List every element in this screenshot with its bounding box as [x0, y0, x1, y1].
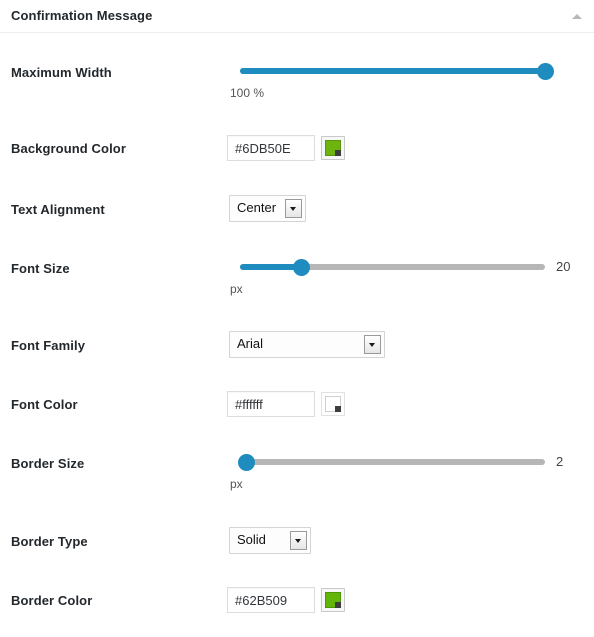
- panel-header: Confirmation Message: [0, 0, 594, 33]
- unit-font-size: px: [230, 282, 243, 296]
- label-border-color: Border Color: [11, 593, 93, 608]
- border-color-swatch-icon[interactable]: [321, 588, 345, 612]
- caret-glyph: [369, 343, 375, 347]
- border-type-select[interactable]: Solid: [229, 527, 311, 554]
- text-alignment-select[interactable]: Center: [229, 195, 306, 222]
- font-family-select[interactable]: Arial: [229, 331, 385, 358]
- chevron-up-glyph: [572, 14, 582, 19]
- chevron-up-icon[interactable]: [570, 10, 584, 24]
- caret-down-icon[interactable]: [290, 531, 307, 550]
- slider-handle-maximum-width[interactable]: [537, 63, 554, 80]
- border-color-input[interactable]: [227, 587, 315, 613]
- label-background-color: Background Color: [11, 141, 126, 156]
- color-chip: [325, 396, 341, 412]
- value-maximum-width: 100 %: [230, 86, 265, 100]
- slider-fill: [240, 68, 545, 74]
- unit-border-size: px: [230, 477, 243, 491]
- slider-maximum-width[interactable]: [240, 63, 554, 80]
- label-text-alignment: Text Alignment: [11, 202, 105, 217]
- value-border-size: 2: [556, 454, 564, 469]
- font-family-value: Arial: [237, 336, 264, 351]
- background-color-input[interactable]: [227, 135, 315, 161]
- border-type-value: Solid: [237, 532, 266, 547]
- background-color-swatch-icon[interactable]: [321, 136, 345, 160]
- page-title: Confirmation Message: [11, 8, 153, 23]
- caret-down-icon[interactable]: [285, 199, 302, 218]
- label-font-size: Font Size: [11, 261, 70, 276]
- slider-font-size[interactable]: [240, 259, 545, 276]
- label-border-type: Border Type: [11, 534, 88, 549]
- confirmation-message-panel: Confirmation Message Maximum Width 100 %…: [0, 0, 594, 637]
- color-chip: [325, 140, 341, 156]
- value-font-size: 20: [556, 259, 571, 274]
- slider-handle-font-size[interactable]: [293, 259, 310, 276]
- font-color-input[interactable]: [227, 391, 315, 417]
- caret-glyph: [290, 207, 296, 211]
- caret-down-icon[interactable]: [364, 335, 381, 354]
- label-border-size: Border Size: [11, 456, 85, 471]
- label-maximum-width: Maximum Width: [11, 65, 112, 80]
- slider-track[interactable]: [240, 459, 545, 465]
- slider-border-size[interactable]: [238, 454, 545, 471]
- caret-glyph: [295, 539, 301, 543]
- font-color-swatch-icon[interactable]: [321, 392, 345, 416]
- label-font-family: Font Family: [11, 338, 86, 353]
- slider-handle-border-size[interactable]: [238, 454, 256, 471]
- slider-fill: [240, 264, 301, 270]
- text-alignment-value: Center: [237, 200, 277, 215]
- label-font-color: Font Color: [11, 397, 78, 412]
- color-chip: [325, 592, 341, 608]
